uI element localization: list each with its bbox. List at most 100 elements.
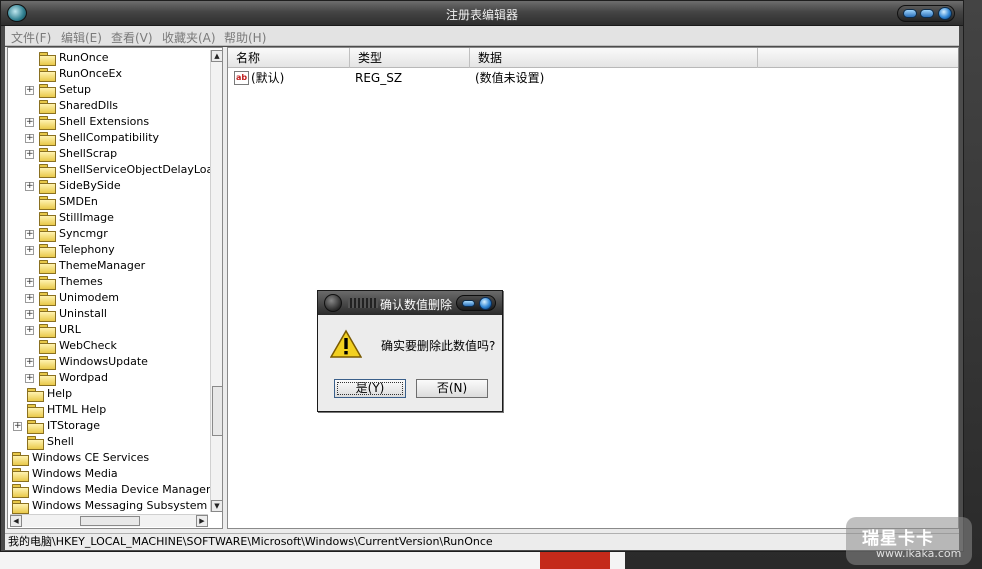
tree-item[interactable]: + Uninstall xyxy=(8,306,208,322)
tree-item[interactable]: + Unimodem xyxy=(8,290,208,306)
folder-icon xyxy=(39,276,56,290)
expand-plus-icon[interactable]: + xyxy=(25,118,34,127)
tree-item[interactable]: + URL xyxy=(8,322,208,338)
tree-item[interactable]: Windows Media Device Manager xyxy=(8,482,210,498)
maximize-button[interactable] xyxy=(920,9,934,18)
tree-item[interactable]: + Shell Extensions xyxy=(8,114,208,130)
tree-item[interactable]: + SideBySide xyxy=(8,178,208,194)
tree-item[interactable]: RunOnce xyxy=(8,50,208,66)
window-controls xyxy=(897,5,955,22)
tree-item[interactable]: ThemeManager xyxy=(8,258,208,274)
expand-plus-icon[interactable]: + xyxy=(25,150,34,159)
expand-plus-icon[interactable]: + xyxy=(25,326,34,335)
tree-item[interactable]: ShellServiceObjectDelayLoad xyxy=(8,162,220,178)
tree-item-label: Help xyxy=(47,387,73,400)
expand-plus-icon[interactable]: + xyxy=(25,374,34,383)
minimize-button[interactable] xyxy=(903,9,917,18)
value-row[interactable]: ab (默认) REG_SZ (数值未设置) xyxy=(228,70,958,87)
dialog-close-button[interactable] xyxy=(479,297,492,310)
tree-vertical-scrollbar[interactable]: ▲ ▼ xyxy=(210,50,222,512)
tree-item[interactable]: + Themes xyxy=(8,274,208,290)
menu-favorites[interactable]: 收藏夹(A) xyxy=(162,29,216,46)
expand-plus-icon[interactable]: + xyxy=(25,134,34,143)
tree-item[interactable]: + ShellScrap xyxy=(8,146,208,162)
tree-item[interactable]: RunOnceEx xyxy=(8,66,208,82)
menu-view[interactable]: 查看(V) xyxy=(111,29,153,46)
tree-item[interactable]: + Telephony xyxy=(8,242,208,258)
values-list[interactable]: 名称 类型 数据 ab (默认) REG_SZ (数值未设置) xyxy=(227,47,959,529)
dialog-title: 确认数值删除 xyxy=(380,298,453,312)
tree-item-label: Windows Media xyxy=(32,467,118,480)
folder-icon xyxy=(27,404,44,418)
tree-item[interactable]: Windows Media xyxy=(8,466,208,482)
tree-item[interactable]: + WindowsUpdate xyxy=(8,354,208,370)
title-bar[interactable]: 注册表编辑器 xyxy=(1,1,963,26)
tree-item-label: Windows Messaging Subsystem xyxy=(32,499,208,512)
tree-item[interactable]: + Setup xyxy=(8,82,208,98)
expand-plus-icon[interactable]: + xyxy=(25,86,34,95)
tree-horizontal-scrollbar[interactable]: ◀ ▶ xyxy=(10,514,208,527)
expand-plus-icon[interactable]: + xyxy=(25,230,34,239)
no-button[interactable]: 否(N) xyxy=(416,379,488,398)
dialog-menu-icon[interactable] xyxy=(324,294,342,312)
tree-item-label: SMDEn xyxy=(59,195,98,208)
tree-item[interactable]: SharedDlls xyxy=(8,98,208,114)
scroll-down-arrow-icon[interactable]: ▼ xyxy=(211,500,222,512)
tree-item[interactable]: WebCheck xyxy=(8,338,208,354)
yes-button[interactable]: 是(Y) xyxy=(334,379,406,398)
expand-plus-icon[interactable]: + xyxy=(25,246,34,255)
folder-icon xyxy=(39,324,56,338)
menu-help[interactable]: 帮助(H) xyxy=(224,29,266,46)
tree-hscroll-thumb[interactable] xyxy=(80,516,140,526)
tree-item-label: Shell xyxy=(47,435,74,448)
expand-plus-icon[interactable]: + xyxy=(13,422,22,431)
expand-plus-icon[interactable]: + xyxy=(25,278,34,287)
tree-item[interactable]: Shell xyxy=(8,434,208,450)
menu-edit[interactable]: 编辑(E) xyxy=(61,29,102,46)
column-type[interactable]: 类型 xyxy=(350,48,470,68)
tree-item[interactable]: + Wordpad xyxy=(8,370,208,386)
tree-item[interactable]: StillImage xyxy=(8,210,208,226)
dialog-title-bar[interactable]: 确认数值删除 xyxy=(318,291,502,315)
column-name[interactable]: 名称 xyxy=(228,48,350,68)
scroll-left-arrow-icon[interactable]: ◀ xyxy=(10,515,22,527)
folder-icon xyxy=(39,164,56,178)
tree-scroll-thumb[interactable] xyxy=(212,386,222,436)
tree-item-label: Uninstall xyxy=(59,307,107,320)
background-image xyxy=(540,552,610,569)
expand-plus-icon[interactable]: + xyxy=(25,358,34,367)
tree-item[interactable]: + ShellCompatibility xyxy=(8,130,208,146)
tree-item-label: SideBySide xyxy=(59,179,121,192)
tree-item-label: ShellServiceObjectDelayLoad xyxy=(59,163,221,176)
tree-item[interactable]: + Syncmgr xyxy=(8,226,208,242)
folder-icon xyxy=(39,100,56,114)
column-data[interactable]: 数据 xyxy=(470,48,758,68)
expand-plus-icon[interactable]: + xyxy=(25,294,34,303)
folder-icon xyxy=(12,500,29,514)
value-data: (数值未设置) xyxy=(475,71,545,85)
registry-tree[interactable]: RunOnce RunOnceEx + Setup SharedDlls + Shell E… xyxy=(7,47,223,529)
tree-item[interactable]: + ITStorage xyxy=(8,418,208,434)
tree-item[interactable]: HTML Help xyxy=(8,402,208,418)
folder-icon xyxy=(39,212,56,226)
folder-icon xyxy=(39,196,56,210)
menu-file[interactable]: 文件(F) xyxy=(11,29,51,46)
tree-item-label: WebCheck xyxy=(59,339,117,352)
tree-item[interactable]: SMDEn xyxy=(8,194,208,210)
tree-item[interactable]: Windows Messaging Subsystem xyxy=(8,498,208,514)
tree-item[interactable]: Help xyxy=(8,386,208,402)
scroll-up-arrow-icon[interactable]: ▲ xyxy=(211,50,222,62)
tree-item-label: Wordpad xyxy=(59,371,108,384)
dialog-grip xyxy=(348,298,378,308)
expand-plus-icon[interactable]: + xyxy=(25,310,34,319)
tree-item[interactable]: Windows CE Services xyxy=(8,450,208,466)
scroll-right-arrow-icon[interactable]: ▶ xyxy=(196,515,208,527)
watermark: 瑞星卡卡 www.ikaka.com xyxy=(846,517,972,565)
close-button[interactable] xyxy=(938,7,952,20)
folder-icon xyxy=(39,356,56,370)
expand-plus-icon[interactable]: + xyxy=(25,182,34,191)
folder-icon xyxy=(39,148,56,162)
tree-item-label: HTML Help xyxy=(47,403,107,416)
watermark-logo: 瑞星卡卡 xyxy=(862,529,934,549)
dialog-minimize-button[interactable] xyxy=(462,300,475,307)
